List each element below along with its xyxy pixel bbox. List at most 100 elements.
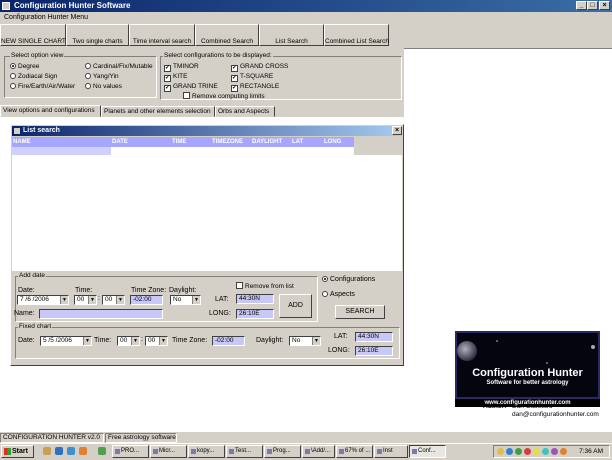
fixed-date-field[interactable]: 5 /5 /2006 ▼ (40, 336, 92, 346)
fixed-hour-select[interactable]: 00 ▼ (117, 336, 140, 346)
tray-icon[interactable] (524, 448, 531, 455)
radio-configurations[interactable]: Configurations (322, 276, 375, 284)
name-input[interactable] (39, 309, 163, 319)
menu-configuration-hunter[interactable]: Configuration Hunter Menu (4, 14, 88, 21)
new-single-chart-button[interactable]: NEW SINGLE CHART (0, 24, 66, 46)
quicklaunch-ie-icon[interactable] (55, 447, 63, 455)
add-timezone-field[interactable]: -02:00 (130, 295, 163, 305)
quicklaunch-app-icon[interactable] (98, 447, 106, 455)
combined-search-button[interactable]: Combined Search (195, 24, 259, 46)
chevron-down-icon[interactable]: ▼ (88, 296, 96, 304)
list-window-icon (14, 128, 20, 134)
radio-degree[interactable]: Degree (10, 63, 39, 71)
minimize-button[interactable]: _ (576, 1, 587, 10)
col-name[interactable]: NAME (13, 137, 31, 147)
fixed-lat-field[interactable]: 44:30N (355, 332, 393, 342)
add-date-field[interactable]: 7 /6 /2006 ▼ (17, 295, 69, 305)
check-rectangle[interactable]: ✓ RECTANGLE (231, 83, 279, 92)
check-t-square[interactable]: ✓ T-SQUARE (231, 73, 273, 82)
quicklaunch-media-icon[interactable] (79, 447, 87, 455)
add-hour-select[interactable]: 00 ▼ (74, 295, 97, 305)
col-long[interactable]: LONG (324, 137, 341, 147)
task-pro[interactable]: PRO... (112, 445, 149, 458)
tray-icon[interactable] (542, 448, 549, 455)
name-label: Name: (14, 310, 35, 317)
check-kite[interactable]: ✓ KITE (164, 73, 187, 82)
task-micr[interactable]: Micr... (150, 445, 187, 458)
chevron-down-icon[interactable]: ▼ (192, 296, 200, 304)
check-remove-computing-limits[interactable]: Remove computing limits (183, 92, 265, 101)
option-view-legend: Select option view (10, 52, 65, 59)
radio-dot (322, 276, 328, 282)
author-email[interactable]: dan@configurationhunter.com (512, 411, 599, 418)
start-button[interactable]: Start (1, 445, 34, 458)
tray-icon[interactable] (551, 448, 558, 455)
search-button[interactable]: SEARCH (335, 305, 385, 319)
maximize-button[interactable]: □ (587, 1, 598, 10)
col-lat[interactable]: LAT (292, 137, 303, 147)
radio-zodiacal-sign[interactable]: Zodiacal Sign (10, 73, 57, 81)
col-timezone[interactable]: TIMEZONE (212, 137, 243, 147)
list-search-title-bar: List search × (12, 126, 402, 136)
chevron-down-icon[interactable]: ▼ (131, 337, 139, 345)
quicklaunch-folder-icon[interactable] (43, 447, 51, 455)
configuration-hunter-logo: Configuration Hunter Software for better… (455, 331, 600, 399)
tray-icon[interactable] (506, 448, 513, 455)
fixed-minute-select[interactable]: 00 ▼ (145, 336, 168, 346)
fixed-daylight-select[interactable]: No ▼ (289, 336, 321, 346)
task-inst[interactable]: Inst (374, 445, 408, 458)
radio-aspects[interactable]: Aspects (322, 291, 355, 299)
quicklaunch-desktop-icon[interactable] (67, 447, 75, 455)
check-tminor[interactable]: ✓ TMINOR (164, 63, 199, 72)
add-daylight-select[interactable]: No ▼ (170, 295, 201, 305)
time-separator: : (98, 295, 100, 302)
logo-title: Configuration Hunter (472, 367, 583, 379)
tab-planets-elements[interactable]: Planets and other elements selection (101, 106, 215, 117)
col-date[interactable]: DATE (112, 137, 128, 147)
fixed-timezone-field[interactable]: -02:00 (212, 336, 245, 346)
fixed-long-field[interactable]: 26:10E (355, 346, 393, 356)
add-minute-select[interactable]: 00 ▼ (102, 295, 125, 305)
chevron-down-icon[interactable]: ▼ (83, 337, 91, 345)
list-area[interactable] (12, 155, 402, 271)
task-kopy[interactable]: kopy... (188, 445, 225, 458)
task-test[interactable]: Test... (226, 445, 263, 458)
add-button[interactable]: ADD (279, 294, 312, 318)
task-prog[interactable]: Prog... (264, 445, 301, 458)
selected-cell[interactable] (12, 147, 111, 155)
tray-icon[interactable] (497, 448, 504, 455)
time-interval-search-button[interactable]: Time interval search (129, 24, 195, 46)
tab-view-options[interactable]: View options and configurations (0, 105, 101, 117)
task-download[interactable]: 67% of ... (336, 445, 373, 458)
chevron-down-icon[interactable]: ▼ (159, 337, 167, 345)
task-add[interactable]: \Add/... (302, 445, 335, 458)
add-lat-field[interactable]: 44:30N (236, 294, 274, 304)
check-grand-cross[interactable]: ✓ GRAND CROSS (231, 63, 288, 72)
chevron-down-icon[interactable]: ▼ (60, 296, 68, 304)
close-button[interactable]: × (599, 1, 610, 10)
check-grand-trine[interactable]: ✓ GRAND TRINE (164, 83, 218, 92)
radio-no-values[interactable]: No values (85, 83, 122, 91)
lat-label: LAT: (215, 296, 229, 303)
chevron-down-icon[interactable]: ▼ (116, 296, 124, 304)
speaker-icon[interactable] (560, 448, 567, 455)
col-daylight[interactable]: DAYLIGHT (252, 137, 282, 147)
add-long-field[interactable]: 26:10E (236, 309, 274, 319)
fixed-date-label: Date: (18, 337, 35, 344)
tray-icon[interactable] (533, 448, 540, 455)
table-row[interactable] (12, 147, 354, 155)
combined-list-search-button[interactable]: Combined List Search (324, 24, 389, 46)
task-conf[interactable]: Conf... (409, 445, 446, 458)
chevron-down-icon[interactable]: ▼ (312, 337, 320, 345)
col-time[interactable]: TIME (172, 137, 186, 147)
radio-yang-yin[interactable]: Yang/Yin (85, 73, 119, 81)
tray-icon[interactable] (515, 448, 522, 455)
radio-elements[interactable]: Fire/Earth/Air/Water (10, 83, 75, 91)
clock[interactable]: 7:36 AM (579, 448, 603, 455)
list-search-button[interactable]: List Search (259, 24, 324, 46)
check-remove-from-list[interactable]: Remove from list (236, 282, 294, 291)
radio-cardinal-fix-mutable[interactable]: Cardinal/Fix/Mutable (85, 63, 153, 71)
two-single-charts-button[interactable]: Two single charts (66, 24, 129, 46)
tab-orbs-aspects[interactable]: Orbs and Aspects (215, 106, 275, 117)
list-search-close-button[interactable]: × (392, 126, 402, 135)
